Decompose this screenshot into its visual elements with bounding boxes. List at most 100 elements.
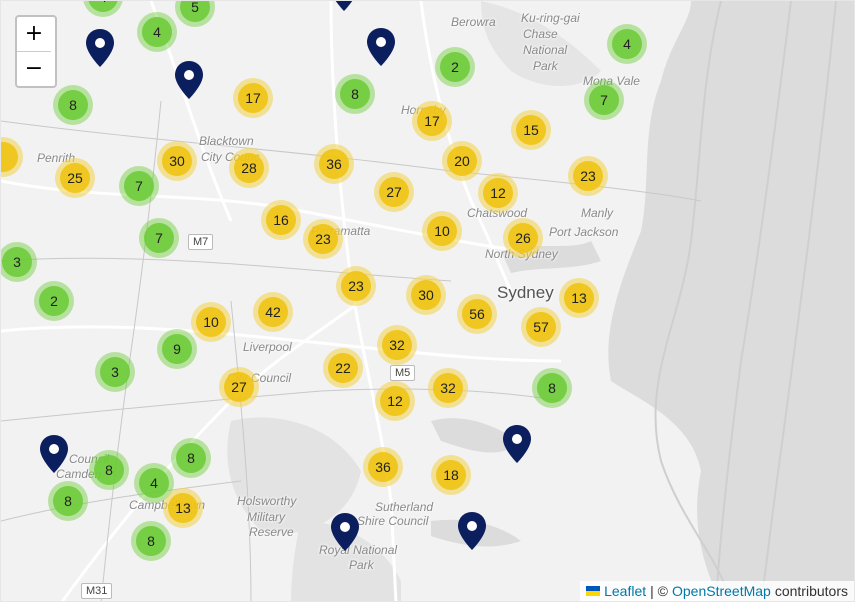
cluster-count: 20	[447, 146, 477, 176]
osm-link[interactable]: OpenStreetMap	[672, 583, 771, 599]
cluster-count: 4	[142, 17, 172, 47]
map-pin-icon[interactable]	[40, 435, 68, 473]
cluster-count: 36	[319, 149, 349, 179]
marker-cluster[interactable]: 2	[34, 281, 74, 321]
marker-cluster[interactable]: 12	[375, 381, 415, 421]
cluster-count	[1, 142, 18, 172]
marker-cluster[interactable]: 13	[163, 488, 203, 528]
marker-cluster[interactable]: 28	[229, 148, 269, 188]
marker-cluster[interactable]: 7	[139, 218, 179, 258]
cluster-count: 23	[573, 161, 603, 191]
cluster-count: 3	[2, 247, 32, 277]
map-pin-icon[interactable]	[86, 29, 114, 67]
marker-cluster[interactable]: 8	[89, 450, 129, 490]
cluster-count: 26	[508, 223, 538, 253]
map-pin-icon[interactable]	[330, 1, 358, 11]
map-container[interactable]: Berowra Ku-ring-gai Chase National Park Mona …	[0, 0, 855, 602]
marker-cluster[interactable]: 27	[219, 367, 259, 407]
map-pin-icon[interactable]	[503, 425, 531, 463]
marker-cluster[interactable]: 32	[377, 325, 417, 365]
road-shield-m7: M7	[188, 234, 214, 250]
marker-cluster[interactable]: 16	[261, 200, 301, 240]
marker-cluster[interactable]: 17	[233, 78, 273, 118]
ukraine-flag-icon	[586, 586, 601, 596]
marker-cluster[interactable]: 15	[511, 110, 551, 150]
marker-cluster[interactable]: 36	[314, 144, 354, 184]
marker-cluster[interactable]: 8	[53, 85, 93, 125]
cluster-count: 28	[234, 153, 264, 183]
marker-cluster[interactable]: 8	[532, 368, 572, 408]
marker-cluster[interactable]: 17	[412, 101, 452, 141]
zoom-in-button[interactable]: +	[17, 17, 51, 51]
cluster-count: 7	[124, 171, 154, 201]
cluster-count: 16	[266, 205, 296, 235]
cluster-count: 8	[58, 90, 88, 120]
cluster-count: 4	[88, 1, 118, 12]
cluster-count: 8	[94, 455, 124, 485]
marker-cluster[interactable]: 25	[55, 158, 95, 198]
leaflet-link[interactable]: Leaflet	[604, 583, 646, 599]
marker-cluster[interactable]: 36	[363, 447, 403, 487]
marker-cluster[interactable]: 26	[503, 218, 543, 258]
marker-cluster[interactable]: 7	[119, 166, 159, 206]
cluster-count: 8	[537, 373, 567, 403]
marker-cluster[interactable]: 23	[336, 266, 376, 306]
cluster-count: 4	[139, 468, 169, 498]
cluster-count: 12	[380, 386, 410, 416]
cluster-count: 32	[433, 373, 463, 403]
marker-cluster[interactable]: 22	[323, 348, 363, 388]
cluster-count: 32	[382, 330, 412, 360]
cluster-count: 42	[258, 297, 288, 327]
map-pin-icon[interactable]	[367, 28, 395, 66]
marker-cluster[interactable]: 4	[607, 24, 647, 64]
cluster-count: 12	[483, 178, 513, 208]
marker-cluster[interactable]: 30	[157, 141, 197, 181]
cluster-count: 30	[162, 146, 192, 176]
marker-cluster[interactable]: 23	[303, 219, 343, 259]
cluster-count: 7	[144, 223, 174, 253]
marker-cluster[interactable]: 8	[131, 521, 171, 561]
marker-cluster[interactable]: 13	[559, 278, 599, 318]
marker-cluster[interactable]: 42	[253, 292, 293, 332]
marker-cluster[interactable]: 12	[478, 173, 518, 213]
cluster-count: 5	[180, 1, 210, 22]
cluster-count: 2	[39, 286, 69, 316]
marker-cluster[interactable]: 8	[48, 481, 88, 521]
marker-cluster[interactable]: 3	[95, 352, 135, 392]
marker-cluster[interactable]: 10	[191, 302, 231, 342]
cluster-count: 8	[53, 486, 83, 516]
marker-cluster[interactable]: 9	[157, 329, 197, 369]
marker-cluster[interactable]: 8	[335, 74, 375, 114]
map-pin-icon[interactable]	[458, 512, 486, 550]
attribution-suffix: contributors	[774, 583, 848, 599]
marker-cluster[interactable]: 7	[584, 80, 624, 120]
zoom-out-button[interactable]: −	[17, 51, 51, 86]
cluster-count: 57	[526, 312, 556, 342]
cluster-count: 13	[564, 283, 594, 313]
marker-cluster[interactable]: 8	[171, 438, 211, 478]
marker-cluster[interactable]: 18	[431, 455, 471, 495]
map-pin-icon[interactable]	[175, 61, 203, 99]
road-shield-m5: M5	[390, 365, 416, 381]
marker-cluster[interactable]: 23	[568, 156, 608, 196]
marker-cluster[interactable]: 30	[406, 275, 446, 315]
cluster-count: 13	[168, 493, 198, 523]
marker-cluster[interactable]: 57	[521, 307, 561, 347]
marker-cluster[interactable]: 32	[428, 368, 468, 408]
marker-cluster[interactable]: 27	[374, 172, 414, 212]
marker-cluster[interactable]: 10	[422, 211, 462, 251]
cluster-count: 27	[379, 177, 409, 207]
cluster-count: 8	[340, 79, 370, 109]
cluster-count: 10	[427, 216, 457, 246]
marker-cluster[interactable]: 20	[442, 141, 482, 181]
cluster-count: 56	[462, 299, 492, 329]
marker-cluster[interactable]: 56	[457, 294, 497, 334]
cluster-count: 30	[411, 280, 441, 310]
marker-cluster[interactable]: 2	[435, 47, 475, 87]
cluster-count: 9	[162, 334, 192, 364]
cluster-count: 23	[308, 224, 338, 254]
map-pin-icon[interactable]	[331, 513, 359, 551]
cluster-count: 36	[368, 452, 398, 482]
cluster-count: 15	[516, 115, 546, 145]
marker-cluster[interactable]: 4	[137, 12, 177, 52]
